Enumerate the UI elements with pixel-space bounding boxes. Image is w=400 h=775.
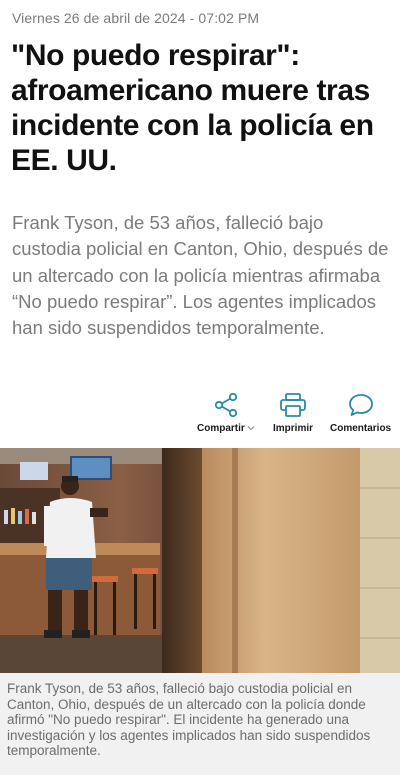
share-label-wrap: Compartir [197,423,255,434]
photo-caption: Frank Tyson, de 53 años, falleció bajo c… [0,673,400,775]
print-button[interactable]: Imprimir [273,392,313,434]
article-photo [0,448,400,673]
photo-illustration [0,448,400,673]
article-actions-bar: Compartir Imprimir Comentarios [0,392,400,442]
article-date: Viernes 26 de abril de 2024 - 07:02 PM [12,10,260,26]
comments-button[interactable]: Comentarios [330,392,391,434]
comment-bubble-icon [347,392,375,418]
article-lede: Frank Tyson, de 53 años, falleció bajo c… [12,212,389,339]
share-button[interactable]: Compartir [197,392,255,434]
article-headline: "No puedo respirar": afroamericano muere… [11,39,374,177]
chevron-down-icon [247,423,255,434]
share-label: Compartir [197,423,245,434]
share-icon [213,392,239,418]
printer-icon [279,392,307,418]
print-label: Imprimir [273,423,314,434]
comments-label: Comentarios [330,423,392,434]
